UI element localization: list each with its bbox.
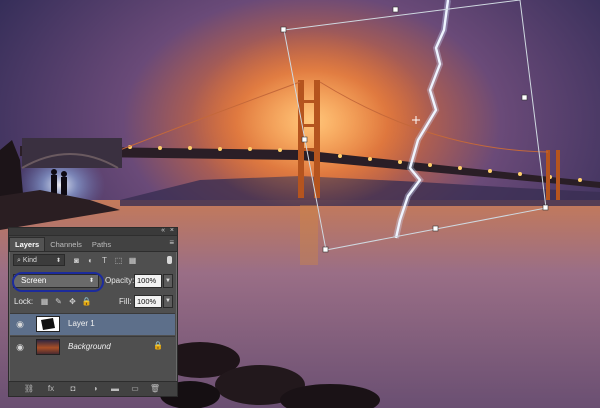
lock-label: Lock: xyxy=(14,297,34,306)
close-panel-icon[interactable]: × xyxy=(170,227,174,235)
layer-thumbnail xyxy=(36,316,60,332)
pixel-filter-icon[interactable]: ◙ xyxy=(71,255,82,266)
layer-name[interactable]: Layer 1 xyxy=(68,319,95,328)
opacity-input[interactable]: 100% xyxy=(134,274,162,288)
panel-menu-icon[interactable]: ≡ xyxy=(169,238,174,247)
tab-layers[interactable]: Layers xyxy=(9,237,46,251)
lock-all-icon[interactable]: 🔒 xyxy=(81,296,92,307)
filter-kind-select[interactable]: ⌕ Kind ⬍ xyxy=(13,254,65,266)
blend-mode-value: Screen xyxy=(21,276,47,285)
opacity-dropdown-button[interactable]: ▼ xyxy=(163,274,173,288)
tab-channels[interactable]: Channels xyxy=(45,238,87,251)
fill-input[interactable]: 100% xyxy=(134,295,162,308)
tab-paths[interactable]: Paths xyxy=(87,238,116,251)
layer-row-layer-1[interactable]: ◉ Layer 1 xyxy=(10,313,175,335)
collapse-panel-icon[interactable]: « xyxy=(161,227,165,235)
lightning-thumb-icon xyxy=(41,318,55,330)
adjustment-layer-icon[interactable]: ◑ xyxy=(89,384,101,394)
panel-title-bar[interactable]: « × xyxy=(9,227,177,236)
layer-name[interactable]: Background xyxy=(68,342,111,351)
blend-mode-select[interactable]: Screen ⬍ xyxy=(12,272,104,292)
chevron-updown-icon: ⬍ xyxy=(55,258,61,264)
layers-panel: « × Layers Channels Paths ≡ ⌕ Kind ⬍ ◙ ◐… xyxy=(8,227,178,397)
shape-filter-icon[interactable]: ⬚ xyxy=(113,255,124,266)
layer-thumbnail xyxy=(36,339,60,355)
lock-position-icon[interactable]: ✥ xyxy=(67,296,78,307)
layer-filter-row: ⌕ Kind ⬍ ◙ ◐ T ⬚ ▦ xyxy=(9,252,177,269)
lock-image-icon[interactable]: ✎ xyxy=(53,296,64,307)
panel-tabs: Layers Channels Paths ≡ xyxy=(9,236,177,252)
fill-label: Fill: xyxy=(119,297,132,306)
eye-icon[interactable]: ◉ xyxy=(13,342,27,352)
new-group-icon[interactable]: ▬ xyxy=(109,384,121,394)
lock-icon: 🔒 xyxy=(153,341,163,350)
adjustment-filter-icon[interactable]: ◐ xyxy=(85,255,96,266)
fill-dropdown-button[interactable]: ▼ xyxy=(163,295,173,308)
lock-row: Lock: ▦ ✎ ✥ 🔒 Fill: 100% ▼ xyxy=(9,293,177,309)
opacity-label: Opacity: xyxy=(105,276,135,285)
new-layer-icon[interactable]: ▭ xyxy=(129,384,141,394)
panel-bottom-toolbar: ⛓ fx ◘ ◑ ▬ ▭ 🗑 xyxy=(9,381,177,396)
lock-transparent-icon[interactable]: ▦ xyxy=(39,296,50,307)
smart-object-filter-icon[interactable]: ▦ xyxy=(127,255,138,266)
fx-icon[interactable]: fx xyxy=(45,384,57,394)
eye-icon[interactable]: ◉ xyxy=(13,319,27,329)
filter-kind-label: Kind xyxy=(22,257,37,264)
blend-row: Screen ⬍ Opacity: 100% ▼ xyxy=(9,271,177,292)
type-filter-icon[interactable]: T xyxy=(99,255,110,266)
trash-icon[interactable]: 🗑 xyxy=(149,384,161,394)
add-mask-icon[interactable]: ◘ xyxy=(67,384,79,394)
link-layers-icon[interactable]: ⛓ xyxy=(23,384,35,394)
chevron-updown-icon: ⬍ xyxy=(88,278,94,284)
layer-row-background[interactable]: ◉ Background 🔒 xyxy=(10,336,175,358)
search-icon: ⌕ xyxy=(17,257,21,264)
filter-toggle[interactable] xyxy=(167,256,172,264)
